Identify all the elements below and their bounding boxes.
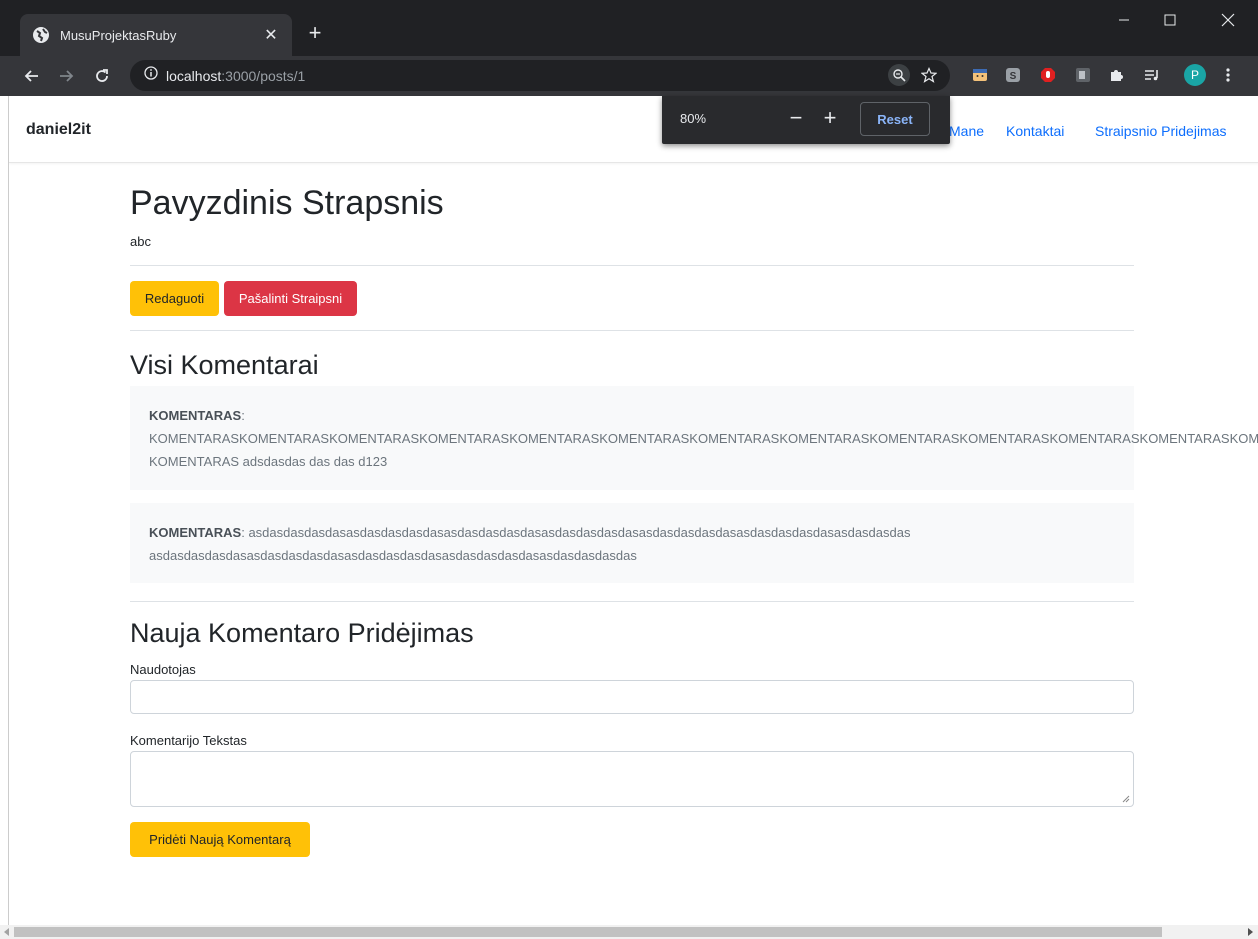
maximize-icon[interactable]: [1160, 10, 1180, 30]
user-input[interactable]: [130, 680, 1134, 714]
scroll-left-arrow-icon[interactable]: [3, 928, 11, 936]
minimize-icon[interactable]: [1114, 10, 1134, 30]
comment-author: KOMENTARAS: [149, 408, 242, 423]
comment-textarea[interactable]: [130, 751, 1134, 807]
divider: [130, 601, 1134, 602]
comment-text: asdasdasdasdasasdasdasdasdasasdasdasdasd…: [149, 548, 637, 563]
comments-heading: Visi Komentarai: [130, 350, 319, 380]
comment-text: KOMENTARAS adsdasdas das das d123: [149, 454, 388, 469]
nav-link-mane[interactable]: Mane: [949, 123, 984, 139]
post-title: Pavyzdinis Strapsnis: [130, 184, 444, 222]
nav-link-kontaktai[interactable]: Kontaktai: [1006, 123, 1064, 139]
close-window-icon[interactable]: [1218, 10, 1238, 30]
comment-text: KOMENTARASKOMENTARASKOMENTARASKOMENTARAS…: [149, 431, 1258, 446]
comment-text: asdasdasdasdasasdasdasdasdasasdasdasdasd…: [248, 525, 911, 540]
extension-s-icon[interactable]: S: [1003, 65, 1023, 85]
user-field-label: Naudotojas: [130, 662, 196, 677]
site-brand[interactable]: daniel2it: [26, 121, 91, 139]
new-comment-heading: Nauja Komentaro Pridėjimas: [130, 618, 474, 648]
divider: [130, 330, 1134, 331]
kebab-menu-icon[interactable]: [1218, 65, 1238, 85]
zoom-popup: 80% − + Reset: [662, 96, 950, 144]
divider: [130, 265, 1134, 266]
edit-button[interactable]: Redaguoti: [130, 281, 219, 316]
tab-close-icon[interactable]: ✕: [262, 25, 280, 45]
zoom-reset-button[interactable]: Reset: [860, 102, 930, 136]
comment-line: KOMENTARAS:: [149, 408, 245, 423]
adblock-hand-icon[interactable]: [1038, 65, 1058, 85]
comment-card: KOMENTARAS: KOMENTARASKOMENTARASKOMENTAR…: [130, 386, 1258, 490]
nav-link-straipsnio-pridejimas[interactable]: Straipsnio Pridejimas: [1095, 123, 1227, 139]
resize-grip-icon[interactable]: [1122, 795, 1130, 803]
bookmark-star-icon[interactable]: [918, 64, 940, 86]
zoom-magnifier-icon[interactable]: [888, 64, 910, 86]
extension-face-icon[interactable]: [970, 65, 990, 85]
media-queue-icon[interactable]: [1142, 65, 1162, 85]
site-navbar: daniel2it Mane Kontaktai Straipsnio Prid…: [9, 96, 1258, 163]
add-comment-button[interactable]: Pridėti Naują Komentarą: [130, 822, 310, 857]
globe-icon: [32, 26, 50, 44]
zoom-level: 80%: [680, 111, 707, 126]
svg-text:S: S: [1010, 71, 1017, 82]
browser-tab[interactable]: MusuProjektasRuby ✕: [20, 14, 292, 56]
forward-arrow-icon[interactable]: [56, 66, 76, 86]
zoom-out-minus-icon[interactable]: −: [785, 107, 807, 130]
tab-title: MusuProjektasRuby: [60, 27, 177, 43]
browser-titlebar: MusuProjektasRuby ✕ +: [0, 0, 1258, 56]
comment-author: KOMENTARAS: [149, 525, 242, 540]
extension-gray-icon[interactable]: [1073, 65, 1093, 85]
web-page: daniel2it Mane Kontaktai Straipsnio Prid…: [8, 96, 1258, 925]
comment-card: KOMENTARAS: asdasdasdasdasasdasdasdasdas…: [130, 503, 1134, 583]
comment-text-label: Komentarijo Tekstas: [130, 733, 247, 748]
delete-post-button[interactable]: Pašalinti Straipsni: [224, 281, 357, 316]
url-host: localhost: [166, 67, 222, 84]
post-body: abc: [130, 234, 151, 249]
scroll-right-arrow-icon[interactable]: [1246, 928, 1254, 936]
back-arrow-icon[interactable]: [22, 66, 42, 86]
address-bar[interactable]: localhost:3000/posts/1: [130, 60, 950, 91]
url-path: :3000/posts/1: [221, 67, 306, 84]
comment-line: KOMENTARAS: asdasdasdasdasasdasdasdasdas…: [149, 525, 911, 540]
info-icon[interactable]: [144, 66, 158, 85]
reload-icon[interactable]: [92, 66, 112, 86]
browser-toolbar: localhost:3000/posts/1 S P: [0, 56, 1258, 96]
zoom-in-plus-icon[interactable]: +: [819, 107, 841, 130]
puzzle-extensions-icon[interactable]: [1106, 65, 1126, 85]
scrollbar-thumb[interactable]: [14, 927, 1162, 937]
horizontal-scrollbar[interactable]: [0, 925, 1258, 939]
new-tab-plus-icon[interactable]: +: [305, 22, 325, 44]
profile-avatar[interactable]: P: [1184, 64, 1206, 86]
